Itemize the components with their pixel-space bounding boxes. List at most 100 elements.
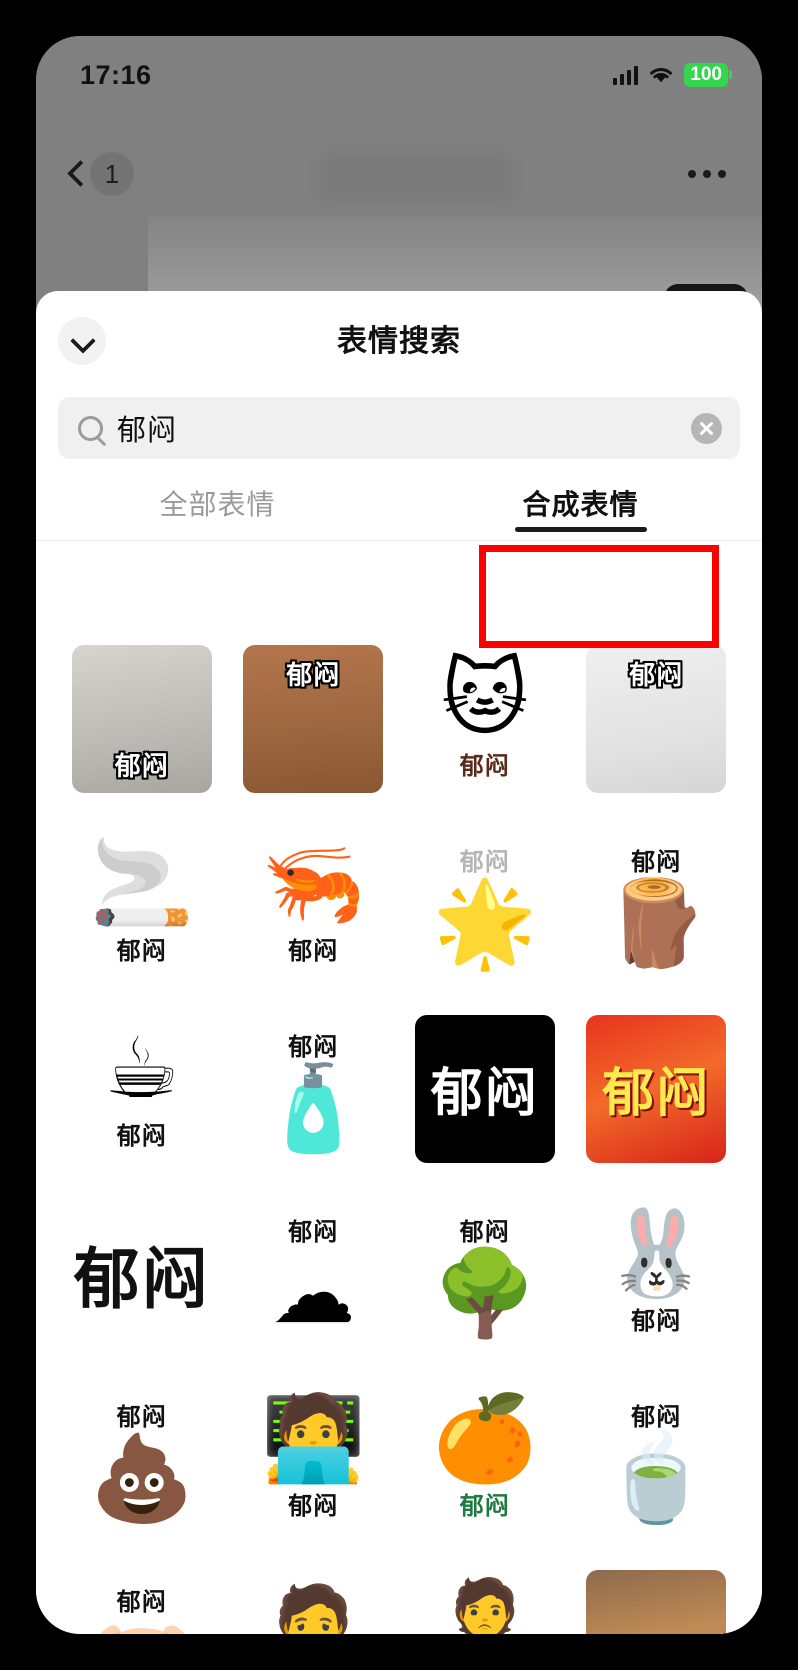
sticker-grid: 郁闷 郁闷 🐱 郁闷 郁闷 🚬 郁闷 🦐 郁闷 郁闷 🌟 郁闷 🪵 ☕ 郁闷 郁闷 🧴 郁闷 郁闷 郁闷 郁闷 ☁ 郁闷 🌳 🐰…	[36, 613, 762, 1634]
sticker-caption: 郁闷	[114, 750, 169, 781]
sticker-cell[interactable]: 郁闷	[56, 1186, 228, 1361]
desk-worker-sticker[interactable]: 🧑‍💻 郁闷	[238, 1384, 388, 1534]
red-text-card[interactable]: 郁闷	[586, 1014, 727, 1163]
active-tab-underline	[514, 527, 647, 532]
sticker-cell[interactable]: 🧑‍💻 郁闷	[228, 1371, 400, 1546]
bobcut-angry-sticker[interactable]: 🙎郁闷	[410, 1569, 560, 1634]
more-dots-icon[interactable]	[688, 170, 726, 178]
sticker-cell[interactable]: 郁闷 ☁	[228, 1186, 400, 1361]
tab-all-stickers[interactable]: 全部表情	[36, 465, 399, 540]
sticker-cell[interactable]: 郁闷 🪵	[571, 816, 743, 991]
sticker-cell[interactable]: 郁闷	[571, 1001, 743, 1176]
sticker-cell[interactable]: ☕ 郁闷	[56, 1001, 228, 1176]
sticker-artwork: 🙎	[432, 1576, 538, 1634]
soap-bottle-sticker[interactable]: 郁闷 🧴	[238, 1014, 388, 1164]
sticker-caption: 郁闷	[288, 938, 339, 965]
clear-search-button[interactable]	[691, 412, 722, 444]
page-title: 表情搜索	[337, 325, 461, 358]
sticker-cell[interactable]: 郁闷	[56, 631, 228, 806]
sticker-artwork: 🐱	[440, 651, 529, 745]
green-star-plant-sticker[interactable]: 郁闷 🌟	[410, 829, 560, 979]
grumpy-cat-photo[interactable]: 郁闷	[243, 644, 384, 793]
sticker-cell[interactable]: 郁闷	[571, 631, 743, 806]
nav-back-group[interactable]: 1	[62, 152, 134, 196]
phone-frame: 17:16 100 1 表情搜索 郁闷 全部表情 合成表情 郁闷 郁闷 🐱 郁闷…	[36, 36, 762, 1634]
sticker-artwork: 🙍	[260, 1576, 366, 1634]
sticker-caption: 郁闷	[459, 1493, 510, 1520]
cellular-bars-icon	[612, 65, 639, 85]
sticker-artwork: 🧑‍💻	[260, 1391, 366, 1485]
sticker-cell[interactable]: 郁闷 💩	[56, 1371, 228, 1546]
tab-composed-stickers-label: 合成表情	[522, 488, 639, 520]
tab-bar: 全部表情 合成表情	[36, 465, 762, 541]
sticker-cell[interactable]: 郁闷 🧴	[228, 1001, 400, 1176]
sticker-cell[interactable]: 🐱 郁闷	[399, 631, 571, 806]
status-bar: 17:16 100	[36, 36, 762, 114]
sticker-caption: 郁闷	[116, 1123, 167, 1150]
sticker-cell[interactable]: 🍊 郁闷	[399, 1371, 571, 1546]
orange-worm-sticker[interactable]: 🦐 郁闷	[238, 829, 388, 979]
background-nav-bar: 1	[36, 132, 762, 216]
coffee-cup-sticker[interactable]: ☕ 郁闷	[67, 1014, 217, 1164]
tab-all-stickers-label: 全部表情	[159, 488, 276, 520]
green-tree-sticker[interactable]: 郁闷 🌳	[410, 1199, 560, 1349]
smoking-man-sticker[interactable]: 🚬 郁闷	[67, 829, 217, 979]
big-black-text[interactable]: 郁闷	[74, 1226, 210, 1322]
poop-sticker[interactable]: 郁闷 💩	[67, 1384, 217, 1534]
sticker-artwork: 🐷	[89, 1621, 194, 1634]
sticker-artwork: 🧴	[260, 1061, 366, 1155]
collapse-sheet-button[interactable]	[58, 317, 106, 365]
search-input[interactable]: 郁闷	[117, 407, 677, 449]
sticker-caption: 郁闷	[116, 1589, 167, 1616]
sticker-cell[interactable]: 郁闷	[399, 1001, 571, 1176]
sticker-caption: 郁闷	[459, 1219, 510, 1246]
sticker-cell[interactable]: 🙍郁闷	[228, 1556, 400, 1634]
sticker-artwork: ☕	[104, 1021, 180, 1115]
sticker-caption: 郁闷	[288, 1219, 339, 1246]
sticker-cell[interactable]: 🦐 郁闷	[228, 816, 400, 991]
sticker-cell[interactable]: 郁闷	[228, 631, 400, 806]
wifi-icon	[650, 68, 673, 83]
search-bar[interactable]: 郁闷	[58, 397, 740, 459]
sticker-artwork: ☁	[271, 1246, 356, 1340]
sticker-caption: 郁闷	[288, 1493, 339, 1520]
sticker-cell[interactable]: 🙎郁闷	[399, 1556, 571, 1634]
sticker-artwork: 🚬	[89, 836, 195, 930]
sticker-cell[interactable]: 郁闷 🌳	[399, 1186, 571, 1361]
unread-count-badge[interactable]: 1	[90, 152, 134, 196]
sticker-cell[interactable]: 🚬 郁闷	[56, 816, 228, 991]
sticker-search-sheet: 表情搜索 郁闷 全部表情 合成表情 郁闷 郁闷 🐱 郁闷 郁闷 🚬 郁闷 🦐 郁闷 郁闷 🌟 郁闷 🪵 ☕…	[36, 291, 762, 1634]
sticker-cell[interactable]: 🐰 郁闷	[571, 1186, 743, 1361]
tab-composed-stickers[interactable]: 合成表情	[399, 465, 762, 540]
sticker-caption: 郁闷	[286, 659, 341, 690]
sticker-cell[interactable]: 郁闷 🍵	[571, 1371, 743, 1546]
black-dog-corner-photo[interactable]: 郁闷	[586, 644, 727, 793]
sticker-artwork: 🍊	[432, 1391, 538, 1485]
bobcut-shrug-sticker[interactable]: 🙍郁闷	[238, 1569, 388, 1634]
back-chevron-icon[interactable]	[62, 161, 88, 187]
pink-pig-sticker[interactable]: 郁闷 🐷	[67, 1569, 217, 1634]
winged-rabbit-sticker[interactable]: 🐰 郁闷	[581, 1199, 731, 1349]
sticker-caption: 郁闷	[116, 938, 167, 965]
sticker-cell[interactable]: 郁闷 🌟	[399, 816, 571, 991]
gray-cloud-sticker[interactable]: 郁闷 ☁	[238, 1199, 388, 1349]
panda-plush-photo[interactable]: 郁闷	[71, 644, 212, 793]
wood-log-sticker[interactable]: 郁闷 🪵	[581, 829, 731, 979]
black-text-card[interactable]: 郁闷	[414, 1014, 555, 1163]
sticker-artwork: 🍵	[603, 1431, 709, 1525]
sticker-artwork: 🪵	[603, 876, 709, 970]
sticker-caption: 郁闷	[116, 1404, 167, 1431]
chevron-down-icon[interactable]	[71, 330, 93, 352]
sticker-caption: 郁闷	[459, 849, 510, 876]
shiba-dog-photo[interactable]: 郁闷	[586, 1569, 727, 1634]
sheet-header: 表情搜索	[36, 291, 762, 385]
sticker-cell[interactable]: 郁闷	[571, 1556, 743, 1634]
sticker-cell[interactable]: 郁闷 🐷	[56, 1556, 228, 1634]
green-mochi-sticker[interactable]: 郁闷 🍵	[581, 1384, 731, 1534]
sticker-artwork: 🌳	[432, 1246, 538, 1340]
sticker-artwork: 🐰	[603, 1206, 709, 1300]
white-cat-heart-sticker[interactable]: 🐱 郁闷	[410, 644, 560, 794]
rainy-orange-sticker[interactable]: 🍊 郁闷	[410, 1384, 560, 1534]
status-bar-time: 17:16	[80, 59, 152, 90]
sticker-caption: 郁闷	[631, 1404, 682, 1431]
